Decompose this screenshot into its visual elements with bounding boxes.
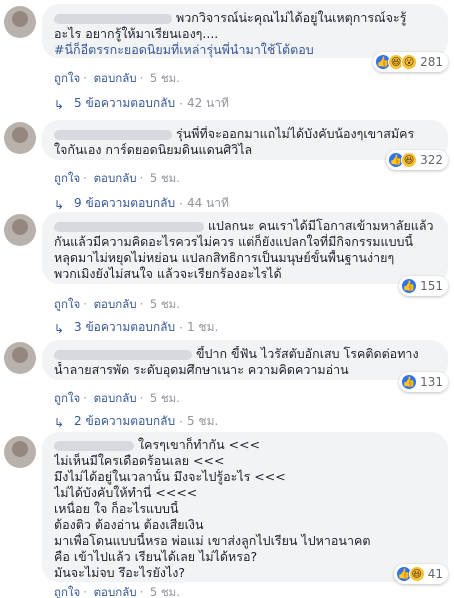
separator: · [139, 297, 144, 311]
comment-text: คือ เข้าไปแล้ว เรียนได้เลย ไม่ได้หรอ? [54, 549, 258, 564]
avatar[interactable] [4, 214, 36, 246]
replies-time: 1 ชม. [186, 320, 219, 334]
reply-arrow-icon: ↳ [54, 321, 65, 336]
comment-bubble: แปลกนะ คนเราได้มีโอกาสเข้ามหาลัยแล้ว โตๆ… [42, 212, 448, 284]
reaction-count: 281 [420, 55, 443, 69]
commenter-name-blurred[interactable] [54, 349, 192, 360]
comment-text: ใครๆเขาก็ทำกัน <<< [138, 437, 261, 452]
comment-bubble: ใครๆเขาก็ทำกัน <<< ไม่เห็นมีใครเดือดร้อน… [42, 432, 448, 582]
separator: · [179, 414, 183, 429]
reaction-summary[interactable]: 👍 131 [399, 372, 448, 392]
comment-time[interactable]: 5 ชม. [150, 585, 180, 598]
wow-icon: 😮 [401, 54, 418, 70]
comment-time[interactable]: 5 ชม. [150, 297, 180, 311]
comment-text: น้ำลายสารพัด ระดับอุดมศึกษาเนาะ ความคิดค… [54, 362, 349, 377]
reaction-summary[interactable]: 👍 😆 41 [393, 564, 448, 584]
view-replies-link[interactable]: ↳ 3 ข้อความตอบกลับ · 1 ชม. [54, 318, 218, 337]
comment-text: แปลกนะ คนเราได้มีโอกาสเข้ามหาลัยแล้ว โตๆ [208, 218, 436, 233]
replies-time: 42 นาที [186, 96, 229, 110]
avatar[interactable] [4, 6, 36, 38]
commenter-name-blurred[interactable] [54, 129, 172, 140]
like-link[interactable]: ถูกใจ [54, 171, 80, 185]
reaction-count: 41 [427, 567, 443, 581]
view-replies-link[interactable]: ↳ 5 ข้อความตอบกลับ · 42 นาที [54, 94, 229, 113]
separator: · [83, 171, 87, 185]
reply-arrow-icon: ↳ [54, 97, 65, 112]
separator: · [83, 391, 87, 405]
replies-count[interactable]: 9 ข้อความตอบกลับ [74, 194, 175, 213]
comment-bubble: พวกวิจารณ์น่ะคุณไม่ได้อยู่ในเหตุการณ์จะร… [42, 4, 448, 58]
comment-actions: ถูกใจ · ตอบกลับ · 5 ชม. [54, 170, 183, 188]
reply-link[interactable]: ตอบกลับ [94, 391, 137, 405]
separator: · [179, 196, 183, 211]
avatar[interactable] [4, 342, 36, 374]
comment-text: ต้องติว ต้องอ่าน ต้องเสียเงิน [54, 517, 204, 532]
like-icon: 👍 [401, 374, 418, 390]
separator: · [139, 171, 144, 185]
comment-text: หลุดมาไม่หยุดไม่หย่อน แปลกสิทธิการเป็นมน… [54, 250, 395, 265]
separator: · [179, 96, 183, 111]
reaction-count: 151 [420, 279, 443, 293]
reply-link[interactable]: ตอบกลับ [94, 71, 137, 85]
like-icon: 👍 [401, 278, 418, 294]
separator: · [83, 297, 87, 311]
avatar[interactable] [4, 436, 36, 468]
commenter-name-blurred[interactable] [54, 221, 204, 232]
haha-icon: 😆 [408, 566, 425, 582]
comment-text: รุ่นพี่ที่จะออกมาแถไม่ได้บังคับน้องๆเขาส… [176, 126, 415, 141]
comment-text: พวกวิจารณ์น่ะคุณไม่ได้อยู่ในเหตุการณ์จะร… [176, 10, 407, 25]
comment-time[interactable]: 5 ชม. [150, 71, 180, 85]
view-replies-link[interactable]: ↳ 2 ข้อความตอบกลับ · 5 ชม. [54, 412, 218, 431]
reply-link[interactable]: ตอบกลับ [94, 297, 137, 311]
separator: · [139, 391, 144, 405]
comment-text: พวกเมิงยังไม่สนใจ แล้วจะเรียกร้องอะไรได้ [54, 266, 282, 281]
separator: · [83, 71, 87, 85]
replies-count[interactable]: 5 ข้อความตอบกลับ [74, 94, 175, 113]
comment-text: มันจะไม่จบ รึอะไรยังไง? [54, 565, 185, 580]
comment-text: ไม่เห็นมีใครเดือดร้อนเลย <<< [54, 453, 225, 468]
comment-actions: ถูกใจ · ตอบกลับ · 5 ชม. [54, 390, 183, 408]
separator: · [179, 320, 183, 335]
separator: · [83, 585, 87, 598]
comment-text: ใจกันเอง การ์ดยอดนิยมดินแดนศิวิไล [54, 142, 253, 157]
comment-actions: ถูกใจ · ตอบกลับ · 5 ชม. [54, 296, 183, 314]
avatar[interactable] [4, 122, 36, 154]
reaction-count: 131 [420, 375, 443, 389]
replies-count[interactable]: 3 ข้อความตอบกลับ [74, 318, 175, 337]
comment-actions: ถูกใจ · ตอบกลับ · 5 ชม. [54, 70, 183, 88]
reply-arrow-icon: ↳ [54, 415, 65, 430]
separator: · [139, 71, 144, 85]
comment-text: อะไร อยากรู้ให้มาเรียนเองๆ.... [54, 26, 219, 41]
haha-icon: 😆 [401, 152, 418, 168]
comment-bubble: ขี้ปาก ขี้ฟัน ไวรัสตับอักเสบ โรคติดต่อทา… [42, 340, 448, 380]
like-link[interactable]: ถูกใจ [54, 71, 80, 85]
replies-count[interactable]: 2 ข้อความตอบกลับ [74, 412, 175, 431]
comment-text: ขี้ปาก ขี้ฟัน ไวรัสตับอักเสบ โรคติดต่อทา… [196, 346, 419, 361]
commenter-name-blurred[interactable] [54, 13, 172, 24]
comment-text: เหนื่อย ใจ ก็อะไรแบบนี้ [54, 501, 179, 516]
replies-time: 44 นาที [186, 196, 229, 210]
comment-text: มาเพื่อโดนแบบนี้หรอ พ่อแม่ เขาส่งลูกไปเร… [54, 533, 371, 548]
comment-time[interactable]: 5 ชม. [150, 171, 180, 185]
view-replies-link[interactable]: ↳ 9 ข้อความตอบกลับ · 44 นาที [54, 194, 229, 213]
reply-arrow-icon: ↳ [54, 197, 65, 212]
reaction-count: 322 [420, 153, 443, 167]
like-link[interactable]: ถูกใจ [54, 391, 80, 405]
commenter-name-blurred[interactable] [54, 440, 134, 451]
replies-time: 5 ชม. [186, 414, 219, 428]
separator: · [139, 585, 144, 598]
comment-text: กันแล้วมีความคิดอะไรควรไม่ควร แต่ก็ยังแป… [54, 234, 414, 249]
reaction-summary[interactable]: 👍 151 [399, 276, 448, 296]
comment-text: ไม่ได้บังคับให้ทำนี่ <<<< [54, 485, 198, 500]
reply-link[interactable]: ตอบกลับ [94, 171, 137, 185]
like-link[interactable]: ถูกใจ [54, 585, 80, 598]
comment-text: มึงไม่ได้อยู่ในเวลานั้น มึงจะไปรู้อะไร <… [54, 469, 286, 484]
like-link[interactable]: ถูกใจ [54, 297, 80, 311]
reaction-summary[interactable]: 👍 😆 322 [386, 150, 448, 170]
comment-time[interactable]: 5 ชม. [150, 391, 180, 405]
comment-actions: ถูกใจ · ตอบกลับ · 5 ชม. [54, 584, 183, 598]
reply-link[interactable]: ตอบกลับ [94, 585, 137, 598]
reaction-summary[interactable]: 👍 😆 😮 281 [373, 52, 448, 72]
